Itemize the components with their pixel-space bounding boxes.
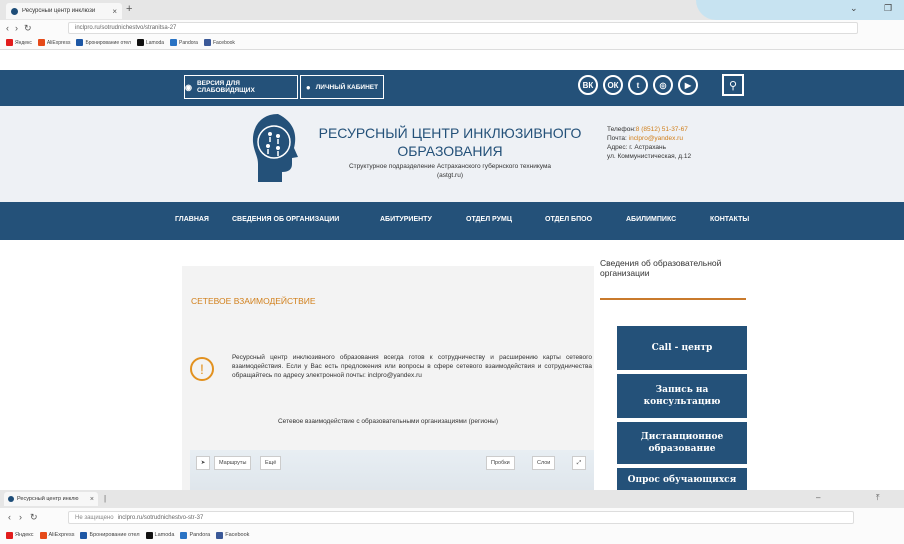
instagram-icon[interactable]: ◎ [653, 75, 673, 95]
location-arrow-icon[interactable]: ➤ [196, 456, 210, 470]
reload-icon[interactable]: ↻ [24, 23, 32, 34]
bookmark-aliexpress[interactable]: AliExpress [37, 39, 70, 46]
yandex-icon [6, 531, 13, 539]
bookmark-yandex[interactable]: Яндекс [6, 531, 34, 539]
call-center-button[interactable]: Call - центр [617, 326, 747, 370]
map-more-button[interactable]: Ещё [260, 456, 282, 470]
bookmark-lamoda[interactable]: Lamoda [136, 39, 164, 46]
user-icon: ● [305, 82, 311, 92]
back-icon[interactable]: ‹ [6, 23, 9, 33]
youtube-icon[interactable]: ▶ [678, 75, 698, 95]
site-subtitle: Структурное подразделение Астраханского … [348, 163, 552, 179]
bookmark-facebook[interactable]: Facebook [216, 531, 249, 539]
address-bar-2[interactable]: Не защищено inclpro.ru/sotrudnichestvo-s… [68, 511, 854, 524]
aliexpress-icon [39, 531, 47, 539]
map-traffic-button[interactable]: Пробки [486, 456, 515, 470]
bookmark-pandora[interactable]: Pandora [170, 39, 198, 46]
main-nav [0, 202, 904, 240]
reload-icon[interactable]: ↻ [30, 512, 38, 523]
favicon-icon [8, 496, 14, 502]
bookmarks-bar-2: Яндекс AliExpress Бронирование отел Lamo… [0, 526, 904, 544]
alert-text: Ресурсный центр инклюзивного образования… [232, 354, 592, 379]
lamoda-icon [145, 531, 153, 539]
search-icon[interactable]: ⚲ [722, 74, 744, 96]
eye-icon: ◉ [185, 82, 192, 92]
tab-close-icon[interactable]: × [90, 496, 94, 503]
secure-label: Не защищено [75, 514, 114, 521]
facebook-icon [216, 531, 224, 539]
yandex-icon [6, 39, 13, 46]
lamoda-icon [136, 39, 144, 46]
aliexpress-icon [37, 39, 45, 46]
logo-head-icon [252, 114, 298, 182]
exclamation-icon: ! [190, 357, 214, 381]
tab-close-icon[interactable]: × [112, 7, 117, 16]
personal-cabinet-button[interactable]: ● ЛИЧНЫЙ КАБИНЕТ [300, 75, 384, 99]
sidebar-divider [600, 298, 746, 300]
consultation-button[interactable]: Запись на консультацию [617, 374, 747, 418]
back-icon[interactable]: ‹ [8, 512, 11, 522]
bookmark-aliexpress[interactable]: AliExpress [39, 531, 74, 539]
phone-link[interactable]: 8 (8512) 51-37-67 [636, 126, 688, 133]
header-contacts: Телефон:8 (8512) 51-37-67 Почта: inclpro… [607, 126, 692, 160]
vk-icon[interactable]: ВК [578, 75, 598, 95]
browser-tab-2[interactable]: Ресурсный центр инклю × [4, 492, 98, 506]
map-layers-button[interactable]: Слои [532, 456, 556, 470]
new-tab-button[interactable]: + [126, 3, 132, 15]
map-route-button[interactable]: Маршруты [214, 456, 252, 470]
minimize-icon[interactable]: ⌄ [850, 3, 858, 14]
bookmarks-bar: Яндекс AliExpress Бронирование отел Lamo… [0, 36, 904, 50]
nav-applicants[interactable]: АБИТУРИЕНТУ [380, 216, 432, 223]
map-title: Сетевое взаимодействие с образовательным… [277, 418, 499, 425]
booking-icon [76, 39, 84, 46]
distance-learning-button[interactable]: Дистанционное образование [617, 422, 747, 464]
student-survey-button[interactable]: Опрос обучающихся [617, 468, 747, 490]
nav-abilympics[interactable]: АБИЛИМПИКС [626, 216, 676, 223]
decorative-banner [696, 0, 904, 20]
nav-organization-info[interactable]: СВЕДЕНИЯ ОБ ОРГАНИЗАЦИИ [232, 216, 339, 223]
nav-rumc[interactable]: ОТДЕЛ РУМЦ [466, 216, 512, 223]
bookmark-facebook[interactable]: Facebook [203, 39, 235, 46]
pandora-icon [170, 39, 178, 46]
odnoklassniki-icon[interactable]: ОК [603, 75, 623, 95]
restore-icon[interactable]: ⤒ [876, 493, 880, 503]
bookmark-pandora[interactable]: Pandora [180, 531, 210, 539]
nav-home[interactable]: ГЛАВНАЯ [175, 216, 209, 223]
forward-icon[interactable]: › [19, 512, 22, 522]
twitter-icon[interactable]: t [628, 75, 648, 95]
forward-icon[interactable]: › [15, 23, 18, 33]
email-link[interactable]: inclpro@yandex.ru [629, 135, 683, 142]
nav-contacts[interactable]: КОНТАКТЫ [710, 216, 749, 223]
page-title: СЕТЕВОЕ ВЗАИМОДЕЙСТВИЕ [191, 296, 316, 306]
new-tab-button-2[interactable]: | [104, 494, 106, 503]
bookmark-booking[interactable]: Бронирование отел [76, 39, 131, 46]
minimize-icon[interactable]: – [816, 493, 820, 502]
site-title: РЕСУРСНЫЙ ЦЕНТР ИНКЛЮЗИВНОГО ОБРАЗОВАНИЯ [318, 125, 582, 159]
favicon-icon [11, 7, 18, 15]
bookmark-lamoda[interactable]: Lamoda [145, 531, 174, 539]
bookmark-yandex[interactable]: Яндекс [6, 39, 32, 46]
pandora-icon [180, 531, 188, 539]
browser-tab[interactable]: Ресурсный центр инклюзи × [6, 3, 122, 19]
address-bar[interactable]: inclpro.ru/sotrudnichestvo/stranitsa-27 [68, 22, 858, 34]
tab-bar-2 [0, 490, 904, 508]
maximize-icon[interactable]: ❐ [884, 3, 892, 14]
sidebar-heading[interactable]: Сведения об образовательной организации [600, 258, 750, 278]
bookmark-booking[interactable]: Бронирование отел [80, 531, 140, 539]
tab-title-2: Ресурсный центр инклю [17, 496, 79, 502]
tab-title: Ресурсный центр инклюзи [22, 8, 96, 14]
booking-icon [80, 531, 88, 539]
fullscreen-icon[interactable]: ⤢ [572, 456, 586, 470]
nav-bpoo[interactable]: ОТДЕЛ БПОО [545, 216, 592, 223]
visually-impaired-button[interactable]: ◉ ВЕРСИЯ ДЛЯ СЛАБОВИДЯЩИХ [184, 75, 298, 99]
facebook-icon [203, 39, 211, 46]
site-topbar [0, 70, 904, 106]
